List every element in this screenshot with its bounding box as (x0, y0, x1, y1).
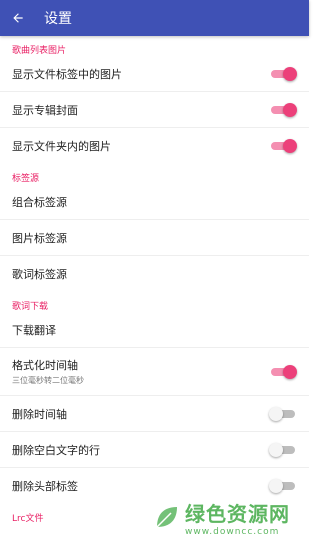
setting-label: 显示文件夹内的图片 (12, 140, 111, 153)
setting-label: 格式化时间轴 (12, 359, 78, 372)
setting-remove-timeline[interactable]: 删除时间轴 (0, 396, 309, 432)
setting-show-tag-images[interactable]: 显示文件标签中的图片 (0, 56, 309, 92)
toggle-switch[interactable] (269, 479, 297, 493)
page-title: 设置 (44, 11, 72, 27)
setting-label: 删除头部标签 (12, 480, 78, 493)
arrow-back-icon (13, 13, 23, 23)
setting-sublabel: 三位毫秒转二位毫秒 (12, 376, 84, 385)
watermark: 绿色资源网 www.downcc.com (153, 492, 303, 542)
watermark-url: www.downcc.com (185, 526, 280, 537)
setting-label: 图片标签源 (12, 231, 67, 245)
watermark-text: 绿色资源网 www.downcc.com (185, 498, 290, 537)
setting-label: 删除空白文字的行 (12, 443, 100, 457)
back-button[interactable] (0, 0, 36, 36)
section-header-lyrics-download: 歌词下载 (12, 302, 49, 312)
setting-show-album-cover[interactable]: 显示专辑封面 (0, 92, 309, 128)
toggle-switch[interactable] (269, 139, 297, 153)
toggle-switch[interactable] (269, 442, 297, 457)
setting-label: 歌词标签源 (12, 268, 67, 281)
setting-image-tag-source[interactable]: 图片标签源 (0, 220, 309, 256)
setting-lyrics-tag-source[interactable]: 歌词标签源 (0, 256, 309, 292)
setting-label: 删除时间轴 (12, 407, 67, 421)
setting-combined-tag-source[interactable]: 组合标签源 (0, 184, 309, 220)
toggle-switch[interactable] (269, 66, 297, 81)
watermark-main: 绿色资源网 (185, 501, 290, 526)
toggle-switch[interactable] (269, 102, 297, 117)
section-header-song-list-images: 歌曲列表图片 (12, 46, 67, 56)
setting-download-translation[interactable]: 下载翻译 (0, 312, 309, 348)
setting-label: 下载翻译 (12, 323, 56, 337)
section-header-tag-source: 标签源 (12, 174, 40, 184)
setting-show-folder-images[interactable]: 显示文件夹内的图片 (0, 128, 309, 164)
setting-label: 组合标签源 (12, 195, 67, 209)
setting-text: 格式化时间轴 三位毫秒转二位毫秒 (12, 357, 84, 386)
setting-format-timeline[interactable]: 格式化时间轴 三位毫秒转二位毫秒 (0, 348, 309, 396)
setting-remove-blank-lines[interactable]: 删除空白文字的行 (0, 432, 309, 468)
toggle-switch[interactable] (269, 406, 297, 421)
app-bar: 设置 (0, 0, 309, 36)
setting-label: 显示专辑封面 (12, 103, 78, 117)
toggle-switch[interactable] (269, 364, 297, 379)
settings-list: 歌曲列表图片 显示文件标签中的图片 显示专辑封面 显示文件夹内的图片 标签源 组… (0, 36, 309, 524)
setting-label: 显示文件标签中的图片 (12, 67, 122, 81)
leaf-logo-icon (156, 507, 177, 528)
